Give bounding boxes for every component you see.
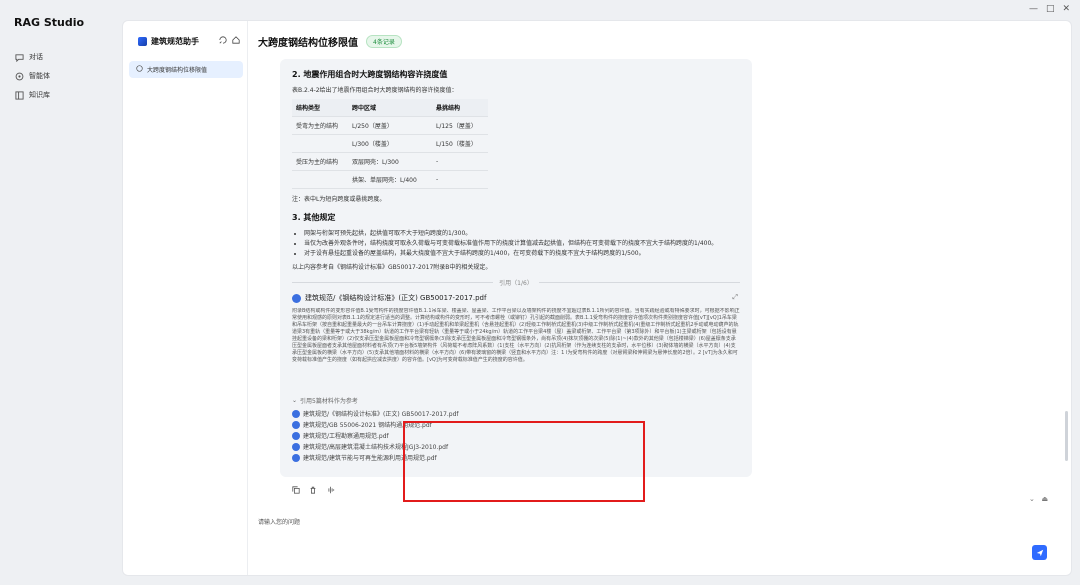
table-cell: L/250（屋盖） bbox=[348, 116, 432, 135]
copy-icon[interactable] bbox=[292, 486, 300, 496]
table-row: 受弯为主的结构 L/250（屋盖） L/125（屋盖） bbox=[292, 116, 488, 135]
chevron-down-icon: ⌄ bbox=[292, 397, 298, 404]
nav-item-label: 智能体 bbox=[29, 72, 50, 80]
document-icon bbox=[292, 431, 300, 440]
table-row: 受压为主的结构 双层网壳：L/300 - bbox=[292, 152, 488, 171]
document-icon bbox=[292, 442, 300, 451]
scrollbar[interactable] bbox=[1065, 411, 1068, 461]
table-cell: 受压为主的结构 bbox=[292, 152, 348, 171]
highlight-box bbox=[403, 421, 645, 502]
document-icon bbox=[292, 453, 300, 462]
minimize-button[interactable]: — bbox=[1029, 4, 1038, 14]
left-navigation: RAG Studio 对话 智能体 知识库 bbox=[0, 0, 122, 585]
reference-item[interactable]: 建筑规范/《钢结构设计标准》(正文) GB50017-2017.pdf bbox=[292, 408, 740, 419]
document-icon bbox=[292, 409, 300, 418]
list-item: 对于设有悬挂起重设备的屋盖结构，其最大挠度值不宜大于结构跨度的1/400，在可变… bbox=[304, 249, 740, 259]
conversation-list: 建筑规范助手 大跨度钢结构位移限值 bbox=[123, 21, 248, 575]
scroll-down-icon[interactable]: ⌄ ⏏ bbox=[1029, 495, 1048, 503]
record-count-badge[interactable]: 4条记录 bbox=[366, 35, 402, 48]
conversation-icon bbox=[136, 65, 143, 74]
table-header-cell: 结构类型 bbox=[292, 99, 348, 117]
input-placeholder: 请输入您的问题 bbox=[258, 519, 301, 526]
document-icon bbox=[292, 293, 301, 303]
table-header-row: 结构类型 跨中区域 悬挑结构 bbox=[292, 99, 488, 117]
citation-header[interactable]: 建筑规范/《钢结构设计标准》(正文) GB50017-2017.pdf ⤢ bbox=[292, 293, 740, 303]
new-chat-icon[interactable] bbox=[219, 36, 227, 46]
citation-title: 建筑规范/《钢结构设计标准》(正文) GB50017-2017.pdf bbox=[305, 294, 487, 302]
divider-line bbox=[538, 282, 741, 283]
agent-icon bbox=[15, 72, 24, 81]
list-item: 网架与桁架可预先起拱，起拱值可取不大于短向跨度的1/300。 bbox=[304, 229, 740, 239]
conversation-label: 大跨度钢结构位移限值 bbox=[147, 67, 208, 74]
table-cell bbox=[292, 170, 348, 189]
table-cell: - bbox=[432, 170, 488, 189]
table-row: 拱架、单层网壳：L/400 - bbox=[292, 170, 488, 189]
reference-label: 建筑规范/工程勘察通用规范.pdf bbox=[303, 433, 389, 440]
deflection-table: 结构类型 跨中区域 悬挑结构 受弯为主的结构 L/250（屋盖） L/125（屋… bbox=[292, 99, 488, 189]
citation-counter[interactable]: 引用（1/6） bbox=[499, 278, 533, 287]
chat-header: 大跨度钢结构位移限值 4条记录 bbox=[258, 34, 402, 49]
chat-title: 大跨度钢结构位移限值 bbox=[258, 38, 358, 49]
maximize-button[interactable]: □ bbox=[1046, 4, 1055, 14]
nav-item-chat[interactable]: 对话 bbox=[15, 52, 43, 62]
close-window-button[interactable]: ✕ bbox=[1062, 4, 1070, 14]
knowledge-icon bbox=[15, 90, 24, 100]
audio-icon[interactable] bbox=[326, 486, 335, 496]
send-icon bbox=[1036, 549, 1043, 556]
table-cell: L/300（楼盖） bbox=[348, 134, 432, 153]
app-brand: RAG Studio bbox=[14, 16, 85, 29]
table-cell: 拱架、单层网壳：L/400 bbox=[348, 170, 432, 189]
assistant-actions bbox=[219, 36, 240, 46]
main-panel: 建筑规范助手 大跨度钢结构位移限值 大跨度钢结构位移限值 4条记录 2. 地震作… bbox=[122, 20, 1072, 576]
reference-label: 建筑规范/《钢结构设计标准》(正文) GB50017-2017.pdf bbox=[303, 411, 459, 418]
nav-item-knowledge[interactable]: 知识库 bbox=[15, 90, 50, 100]
citation-excerpt: 附录B结构或构件的变形容许值B.1受弯构件的挠度容许值B.1.1吊车梁、楼盖梁、… bbox=[292, 308, 740, 363]
table-cell: - bbox=[432, 152, 488, 171]
window-controls: — □ ✕ bbox=[1029, 4, 1070, 14]
assistant-logo-icon bbox=[138, 37, 147, 46]
table-cell: L/125（屋盖） bbox=[432, 116, 488, 135]
assistant-header: 建筑规范助手 bbox=[138, 36, 199, 47]
nav-item-agent[interactable]: 智能体 bbox=[15, 71, 50, 81]
section-heading: 3. 其他规定 bbox=[292, 213, 336, 222]
table-row: L/300（楼盖） L/150（楼盖） bbox=[292, 134, 488, 153]
citation-divider: 引用（1/6） bbox=[292, 278, 741, 287]
document-icon bbox=[292, 420, 300, 429]
table-cell: 受弯为主的结构 bbox=[292, 116, 348, 135]
nav-item-label: 知识库 bbox=[29, 91, 50, 99]
references-header: 引用5篇材料作为参考 bbox=[300, 398, 358, 405]
table-cell: L/150（楼盖） bbox=[432, 134, 488, 153]
message-actions bbox=[292, 486, 335, 496]
conclusion-text: 以上内容参考自《钢结构设计标准》GB50017-2017附录B中的相关规定。 bbox=[292, 264, 492, 271]
section-heading: 2. 地震作用组合时大跨度钢结构容许挠度值 bbox=[292, 70, 448, 79]
table-header-cell: 悬挑结构 bbox=[432, 99, 488, 117]
references-toggle[interactable]: ⌄ 引用5篇材料作为参考 bbox=[292, 396, 740, 405]
table-cell bbox=[292, 134, 348, 153]
table-header-cell: 跨中区域 bbox=[348, 99, 432, 117]
chat-input[interactable]: 请输入您的问题 bbox=[258, 517, 1058, 567]
nav-item-label: 对话 bbox=[29, 53, 43, 61]
chat-icon bbox=[15, 53, 24, 62]
table-cell: 双层网壳：L/300 bbox=[348, 152, 432, 171]
list-item: 当仅为改善外观条件时，结构挠度可取永久荷载与可变荷载标准值作用下的挠度计算值减去… bbox=[304, 239, 740, 249]
expand-icon[interactable]: ⤢ bbox=[732, 293, 738, 302]
table-note: 注：表中L为短向跨度或悬挑跨度。 bbox=[292, 196, 386, 203]
divider-line bbox=[292, 282, 494, 283]
delete-icon[interactable] bbox=[309, 486, 317, 496]
home-icon[interactable] bbox=[232, 36, 240, 46]
conversation-item[interactable]: 大跨度钢结构位移限值 bbox=[129, 61, 243, 78]
assistant-message: 2. 地震作用组合时大跨度钢结构容许挠度值 表B.2.4-2给出了地震作用组合时… bbox=[280, 59, 752, 477]
rules-list: 网架与桁架可预先起拱，起拱值可取不大于短向跨度的1/300。 当仅为改善外观条件… bbox=[292, 229, 740, 259]
send-button[interactable] bbox=[1032, 545, 1047, 560]
table-intro: 表B.2.4-2给出了地震作用组合时大跨度钢结构的容许挠度值： bbox=[292, 87, 458, 94]
assistant-name: 建筑规范助手 bbox=[151, 37, 199, 46]
